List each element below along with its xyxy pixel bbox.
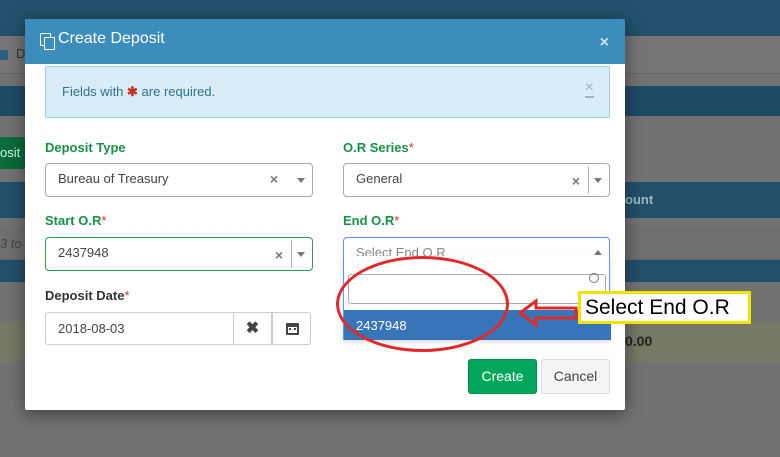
search-icon xyxy=(589,273,599,283)
annotation-callout: Select End O.R xyxy=(578,291,751,324)
start-or-label: Start O.R* xyxy=(45,213,106,228)
or-series-label: O.R Series* xyxy=(343,140,414,155)
background-total-value: 0.00 xyxy=(625,333,653,349)
deposit-type-clear-icon[interactable]: × xyxy=(270,171,278,187)
deposit-date-value: 2018-08-03 xyxy=(58,321,125,336)
deposit-date-label: Deposit Date* xyxy=(45,288,130,303)
deposit-type-value: Bureau of Treasury xyxy=(58,171,169,186)
date-clear-button[interactable]: ✖ xyxy=(233,312,272,345)
chevron-down-icon[interactable] xyxy=(297,178,305,183)
modal-header: Create Deposit × xyxy=(25,19,625,64)
calendar-button[interactable] xyxy=(272,312,311,345)
select-divider xyxy=(291,240,292,268)
alert-suffix: are required. xyxy=(137,84,216,99)
annotation-text: Select End O.R xyxy=(585,296,730,319)
start-or-value: 2437948 xyxy=(58,245,109,260)
deposit-date-input[interactable]: 2018-08-03 xyxy=(45,312,233,345)
left-arrow-icon xyxy=(518,298,578,328)
background-amount-column: ount xyxy=(625,192,654,207)
breadcrumb-text: D xyxy=(16,46,26,61)
breadcrumb-icon xyxy=(0,50,8,60)
cancel-button[interactable]: Cancel xyxy=(541,359,610,394)
start-or-label-text: Start O.R xyxy=(45,213,102,228)
calendar-icon xyxy=(286,323,299,335)
required-fields-alert: Fields with ✱ are required. × xyxy=(45,66,610,118)
create-button[interactable]: Create xyxy=(468,359,537,394)
required-star-icon: ✱ xyxy=(127,84,138,99)
or-series-value: General xyxy=(356,171,403,186)
modal-close-button[interactable]: × xyxy=(600,34,609,52)
select-divider xyxy=(588,166,589,194)
required-mark: * xyxy=(124,288,130,303)
copy-icon xyxy=(40,33,55,50)
alert-text: Fields with ✱ are required. xyxy=(62,84,215,100)
deposit-type-label: Deposit Type xyxy=(45,140,126,155)
required-mark: * xyxy=(394,213,400,228)
deposit-type-select[interactable]: Bureau of Treasury × xyxy=(45,163,313,197)
chevron-down-icon[interactable] xyxy=(297,252,305,257)
deposit-type-label-text: Deposit Type xyxy=(45,140,126,155)
or-series-select[interactable]: General × xyxy=(343,163,610,197)
start-or-clear-icon[interactable]: × xyxy=(275,247,283,263)
create-deposit-modal: Create Deposit × Fields with ✱ are requi… xyxy=(25,19,625,410)
end-or-label: End O.R* xyxy=(343,213,399,228)
or-series-clear-icon[interactable]: × xyxy=(572,173,580,189)
required-mark: * xyxy=(408,140,414,155)
deposit-date-label-text: Deposit Date xyxy=(45,288,125,303)
alert-close-button[interactable]: × xyxy=(584,80,594,98)
modal-title: Create Deposit xyxy=(58,30,165,47)
background-deposit-button: osit xyxy=(0,137,26,169)
required-mark: * xyxy=(101,213,107,228)
end-or-label-text: End O.R xyxy=(343,213,395,228)
start-or-select[interactable]: 2437948 × xyxy=(45,237,313,271)
chevron-down-icon[interactable] xyxy=(594,178,602,183)
highlight-ellipse xyxy=(336,256,509,352)
or-series-label-text: O.R Series xyxy=(343,140,409,155)
chevron-up-icon[interactable] xyxy=(594,250,602,255)
alert-prefix: Fields with xyxy=(62,84,128,99)
